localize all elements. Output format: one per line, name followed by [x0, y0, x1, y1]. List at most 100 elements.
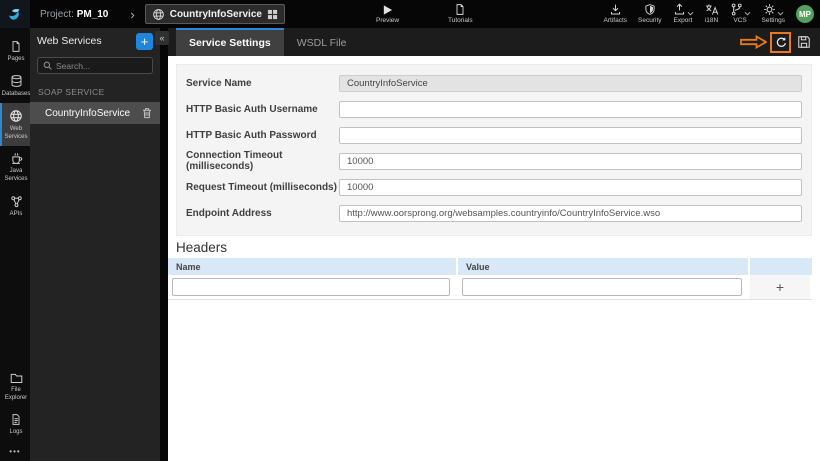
- active-service-name: CountryInfoService: [169, 8, 262, 20]
- user-avatar[interactable]: MP: [796, 5, 814, 23]
- tutorials-button[interactable]: Tutorials: [448, 3, 473, 25]
- endpoint-address-input[interactable]: [339, 204, 802, 222]
- upload-icon: [673, 3, 686, 16]
- download-icon: [609, 3, 622, 16]
- project-name: PM_10: [76, 8, 109, 20]
- project-label: Project: PM_10: [40, 9, 108, 20]
- tab-service-settings[interactable]: Service Settings: [176, 28, 284, 56]
- service-settings-content: Service Name HTTP Basic Auth Username HT…: [168, 56, 820, 461]
- collapse-panel-button[interactable]: «: [155, 31, 169, 45]
- settings-label: Settings: [761, 17, 786, 25]
- add-header-row-button[interactable]: +: [776, 280, 784, 294]
- sidebar-item-databases[interactable]: Databases: [0, 68, 30, 103]
- settings-button[interactable]: Settings: [761, 3, 786, 25]
- database-icon: [10, 74, 23, 88]
- globe-icon: [152, 8, 165, 21]
- field-label-auth-password: HTTP Basic Auth Password: [186, 129, 317, 141]
- sidebar-item-label: Java Services: [4, 168, 28, 183]
- service-settings-form: Service Name HTTP Basic Auth Username HT…: [176, 64, 812, 236]
- panel-divider: [160, 28, 168, 461]
- connection-timeout-input[interactable]: [339, 152, 802, 170]
- sidebar-item-web-services[interactable]: Web Services: [0, 103, 30, 147]
- service-item-name: CountryInfoService: [45, 107, 131, 119]
- auth-password-input[interactable]: [339, 126, 802, 144]
- service-search-box: [37, 57, 153, 74]
- translate-icon: [705, 3, 719, 16]
- service-name-input: [339, 74, 802, 92]
- breadcrumb-chevron-icon: ›: [130, 6, 135, 22]
- sidebar-item-label: File Explorer: [4, 386, 28, 401]
- header-value-input[interactable]: [462, 278, 742, 296]
- branch-icon: [730, 3, 743, 16]
- security-label: Security: [638, 17, 662, 25]
- tutorials-label: Tutorials: [448, 17, 473, 24]
- project-label-prefix: Project:: [40, 8, 74, 20]
- vcs-button[interactable]: VCS: [730, 3, 751, 25]
- field-label-service-name: Service Name: [186, 77, 252, 89]
- gear-icon: [763, 3, 776, 16]
- active-service-pill[interactable]: CountryInfoService: [144, 4, 285, 24]
- headers-table: Name Value +: [168, 258, 812, 300]
- page-icon: [10, 40, 22, 53]
- field-label-endpoint-address: Endpoint Address: [186, 207, 272, 219]
- left-nav-rail: Pages Databases Web Services Java Servic…: [0, 28, 30, 461]
- editor-tab-bar: Service Settings WSDL File: [168, 28, 820, 56]
- api-nodes-icon: [10, 195, 23, 208]
- search-input[interactable]: [56, 60, 147, 71]
- header-name-input[interactable]: [172, 278, 450, 296]
- column-header-value: Value: [458, 258, 750, 275]
- chevron-down-icon: [744, 11, 751, 16]
- headers-table-header-row: Name Value: [168, 258, 812, 275]
- grid-icon[interactable]: [267, 9, 278, 20]
- sidebar-item-apis[interactable]: APIs: [0, 189, 30, 223]
- reload-service-button[interactable]: [770, 31, 791, 53]
- vcs-label: VCS: [733, 17, 747, 25]
- sidebar-item-logs[interactable]: Logs: [0, 407, 30, 441]
- sidebar-item-pages[interactable]: Pages: [0, 34, 30, 68]
- coffee-icon: [10, 152, 23, 165]
- more-options-button[interactable]: •••: [0, 441, 30, 458]
- web-services-panel: Web Services + SOAP SERVICE CountryInfoS…: [30, 28, 160, 461]
- search-icon: [43, 61, 52, 70]
- shield-icon: [644, 3, 656, 16]
- field-label-request-timeout: Request Timeout (milliseconds): [186, 181, 337, 193]
- folder-icon: [10, 372, 23, 384]
- i18n-button[interactable]: i18N: [705, 3, 719, 25]
- annotation-arrow: [740, 35, 767, 49]
- trash-icon[interactable]: [142, 107, 152, 119]
- save-button[interactable]: [794, 33, 813, 52]
- play-icon: [382, 3, 393, 16]
- app-logo[interactable]: [0, 0, 30, 28]
- headers-section-title: Headers: [176, 240, 228, 255]
- wavemaker-logo-icon: [6, 5, 24, 23]
- security-button[interactable]: Security: [638, 3, 662, 25]
- globe-icon: [9, 109, 23, 123]
- sidebar-item-label: Logs: [9, 428, 23, 435]
- app-window: Project: PM_10 › CountryInfoService Prev…: [0, 0, 820, 461]
- export-button[interactable]: Export: [673, 3, 694, 25]
- sidebar-item-label: Web Services: [4, 126, 28, 141]
- sidebar-item-label: Pages: [7, 56, 25, 62]
- column-header-action: [750, 258, 812, 275]
- sidebar-item-file-explorer[interactable]: File Explorer: [0, 366, 30, 407]
- artifacts-label: Artifacts: [603, 17, 628, 25]
- chevron-down-icon: [777, 11, 784, 16]
- headers-table-row: +: [168, 275, 812, 300]
- tab-wsdl-file[interactable]: WSDL File: [284, 28, 360, 56]
- artifacts-button[interactable]: Artifacts: [604, 3, 627, 25]
- document-icon: [454, 3, 466, 16]
- i18n-label: i18N: [704, 17, 719, 25]
- panel-title: Web Services: [37, 35, 102, 47]
- top-bar: Project: PM_10 › CountryInfoService Prev…: [0, 0, 820, 28]
- add-service-button[interactable]: +: [136, 32, 153, 50]
- request-timeout-input[interactable]: [339, 178, 802, 196]
- soap-service-section-label: SOAP SERVICE: [38, 87, 105, 97]
- export-label: Export: [673, 17, 693, 25]
- sidebar-item-java-services[interactable]: Java Services: [0, 146, 30, 188]
- auth-username-input[interactable]: [339, 100, 802, 118]
- field-label-auth-username: HTTP Basic Auth Username: [186, 103, 318, 115]
- sidebar-item-label: Databases: [1, 91, 31, 98]
- field-label-connection-timeout: Connection Timeout (milliseconds): [186, 150, 283, 172]
- preview-button[interactable]: Preview: [376, 3, 399, 25]
- service-list-item[interactable]: CountryInfoService: [30, 102, 160, 124]
